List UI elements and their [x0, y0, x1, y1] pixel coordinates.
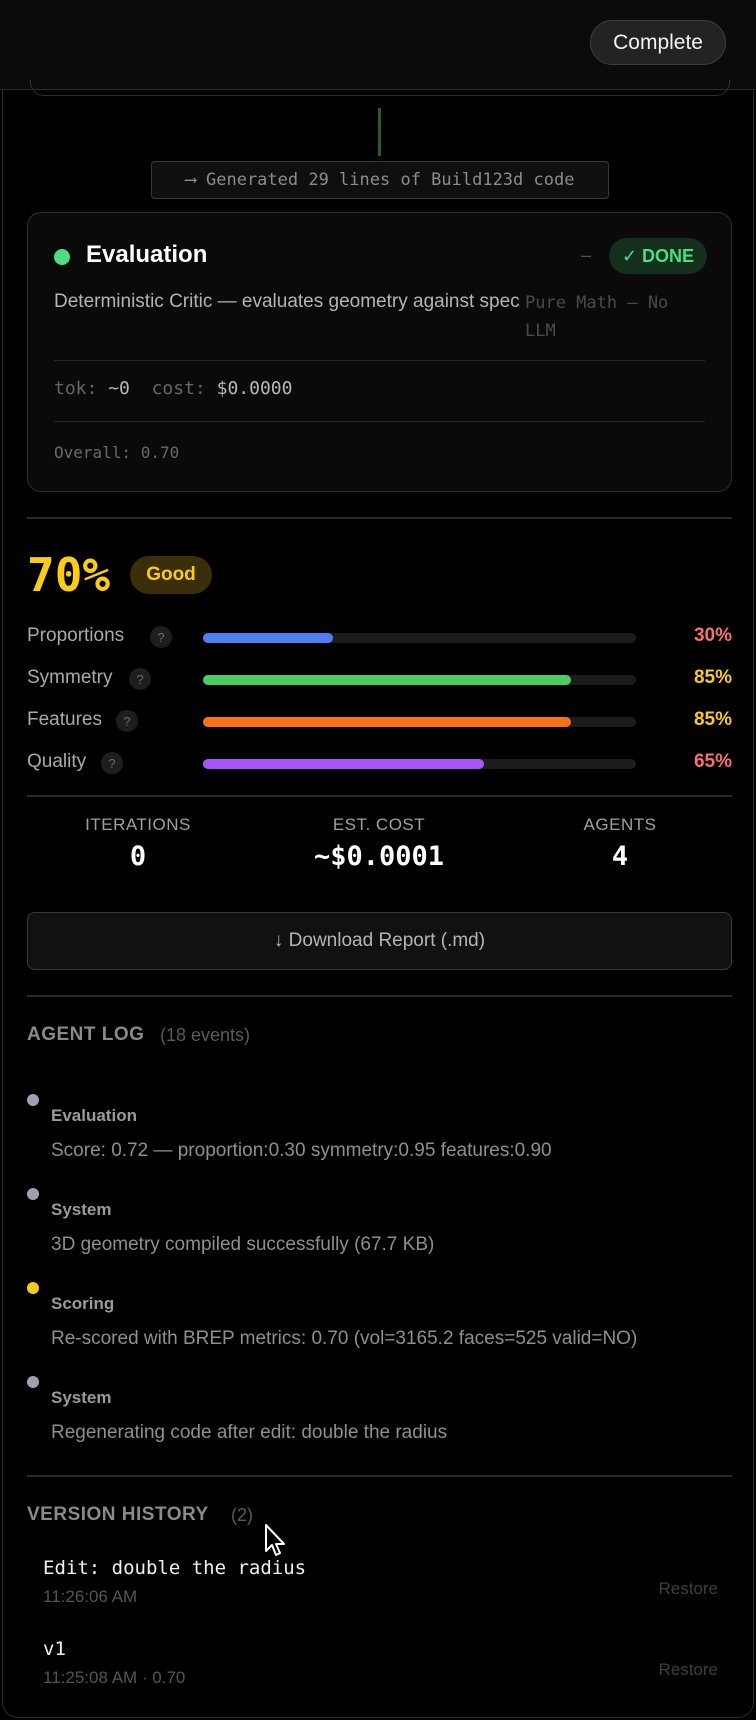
stat-est-cost: EST. COST ~$0.0001 — [279, 815, 479, 872]
section-divider — [27, 517, 732, 519]
version-history-count: (2) — [231, 1505, 253, 1525]
complete-button[interactable]: Complete — [590, 20, 726, 65]
version-label: v1 — [43, 1638, 66, 1660]
log-message: Regenerating code after edit: double the… — [51, 1422, 448, 1443]
stat-label: ITERATIONS — [85, 815, 191, 834]
stat-iterations: ITERATIONS 0 — [68, 815, 208, 872]
generated-code-note: ⟶ Generated 29 lines of Build123d code — [151, 161, 609, 199]
progress-track — [203, 675, 636, 685]
version-meta: 11:25:08 AM · 0.70 — [43, 1668, 186, 1687]
progress-track — [203, 759, 636, 769]
metric-percent: 30% — [693, 625, 732, 646]
progress-fill — [203, 759, 485, 769]
progress-track — [203, 717, 636, 727]
log-dot — [27, 1376, 39, 1388]
divider — [54, 360, 705, 361]
overall-percentage: 70% — [27, 548, 111, 602]
stat-value: 0 — [129, 841, 147, 872]
pipeline-connector — [378, 108, 381, 156]
metric-percent: 85% — [693, 709, 732, 730]
divider — [54, 421, 705, 422]
top-bar: Complete — [0, 0, 756, 90]
metric-row-features: Features ? 85% — [27, 707, 732, 737]
progress-track — [203, 633, 636, 643]
status-badge: ✓ DONE — [609, 238, 707, 274]
section-divider — [27, 995, 732, 997]
stat-agents: AGENTS 4 — [560, 815, 680, 872]
log-agent: System — [51, 1200, 112, 1219]
log-dot — [27, 1094, 39, 1106]
log-message: Score: 0.72 — proportion:0.30 symmetry:0… — [51, 1140, 552, 1161]
log-agent: Evaluation — [51, 1106, 137, 1125]
agent-log-count: (18 events) — [160, 1025, 251, 1045]
agent-log-title: AGENT LOG — [27, 1024, 145, 1045]
log-agent: Scoring — [51, 1294, 115, 1313]
metric-row-proportions: Proportions ? 30% — [27, 623, 732, 653]
rating-badge: Good — [130, 556, 212, 594]
mouse-cursor-icon — [265, 1524, 285, 1556]
metric-row-quality: Quality ? 65% — [27, 749, 732, 779]
help-icon[interactable]: ? — [129, 668, 151, 690]
token-cost-readout: tok: ~0 cost: $0.0000 — [54, 378, 292, 399]
stat-value: 4 — [611, 841, 629, 872]
cost-value: $0.0000 — [216, 378, 293, 399]
metric-label: Features — [27, 709, 102, 730]
progress-fill — [203, 675, 572, 685]
section-divider — [27, 1475, 732, 1477]
evaluation-description: Deterministic Critic — evaluates geometr… — [54, 291, 520, 312]
progress-fill — [203, 717, 572, 727]
previous-card-edge — [30, 80, 730, 96]
stat-value: ~$0.0001 — [313, 841, 445, 872]
help-icon[interactable]: ? — [150, 626, 172, 648]
stat-label: AGENTS — [583, 815, 657, 834]
version-history-title: VERSION HISTORY — [27, 1504, 209, 1525]
version-meta: 11:26:06 AM — [43, 1587, 138, 1606]
log-dot — [27, 1188, 39, 1200]
tok-value: ~0 — [108, 378, 130, 399]
restore-button[interactable]: Restore — [658, 1579, 718, 1599]
section-divider — [27, 795, 732, 797]
metric-percent: 65% — [693, 751, 732, 772]
cost-label: cost: — [151, 378, 206, 399]
evaluation-dash: – — [581, 245, 592, 265]
version-item[interactable]: v1 11:25:08 AM · 0.70 Restore — [43, 1638, 718, 1688]
version-item[interactable]: Edit: double the radius 11:26:06 AM Rest… — [43, 1557, 718, 1607]
metric-label: Symmetry — [27, 667, 113, 688]
overall-score: Overall: 0.70 — [54, 443, 180, 462]
log-dot — [27, 1282, 39, 1294]
restore-button[interactable]: Restore — [658, 1660, 718, 1680]
log-message: 3D geometry compiled successfully (67.7 … — [51, 1234, 435, 1255]
metric-row-symmetry: Symmetry ? 85% — [27, 665, 732, 695]
version-label: Edit: double the radius — [43, 1557, 307, 1579]
tok-label: tok: — [54, 378, 98, 399]
help-icon[interactable]: ? — [101, 752, 123, 774]
stat-label: EST. COST — [332, 815, 426, 834]
metric-label: Quality — [27, 751, 87, 772]
evaluation-side-note: Pure Math — No LLM — [525, 293, 669, 341]
status-dot — [54, 249, 70, 265]
help-icon[interactable]: ? — [116, 710, 138, 732]
progress-fill — [203, 633, 333, 643]
evaluation-title: Evaluation — [86, 241, 208, 268]
evaluation-card: Evaluation – ✓ DONE Deterministic Critic… — [27, 212, 732, 492]
metric-percent: 85% — [693, 667, 732, 688]
download-report-button[interactable]: ↓ Download Report (.md) — [27, 912, 732, 970]
log-agent: System — [51, 1388, 112, 1407]
log-message: Re-scored with BREP metrics: 0.70 (vol=3… — [51, 1328, 638, 1349]
metric-label: Proportions — [27, 625, 125, 646]
